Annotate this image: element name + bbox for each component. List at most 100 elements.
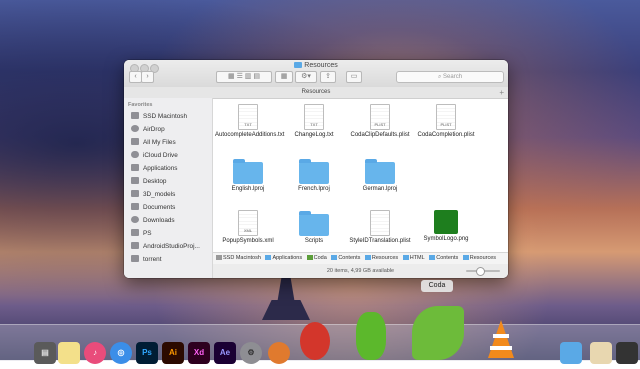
sidebar-item-icloud-drive[interactable]: iCloud Drive <box>131 150 211 161</box>
icon-size-slider[interactable] <box>466 267 500 276</box>
monster-app-dock-icon[interactable] <box>300 322 330 360</box>
folder-dock-icon[interactable] <box>560 342 582 364</box>
sidebar-item-documents[interactable]: Documents <box>131 202 211 213</box>
action-button[interactable]: ⚙▾ <box>295 71 317 83</box>
folder-icon <box>429 255 436 260</box>
folder-item[interactable]: English.lproj <box>215 159 281 193</box>
sidebar-item-label: SSD Macintosh <box>143 113 188 120</box>
file-item[interactable]: TXT ChangeLog.txt <box>281 104 347 139</box>
folder-icon <box>299 211 329 236</box>
file-name: StyleIDTranslation.plist <box>349 238 411 244</box>
sidebar-item-label: iCloud Drive <box>143 152 178 159</box>
status-text: 20 items, 4,99 GB available <box>326 268 395 274</box>
file-name: French.lproj <box>298 186 330 192</box>
coda-dock-icon[interactable] <box>412 306 464 360</box>
window-toolbar: Resources ‹ › ▦ ☰ ▥ ▤ ▦ ⚙▾ ⇪ ▭ ⌕ Search <box>124 60 508 88</box>
path-segment[interactable]: Resources <box>462 253 496 264</box>
path-segment[interactable]: Coda <box>306 253 327 264</box>
plist-file-icon <box>370 210 390 236</box>
column-view-icon[interactable]: ▥ <box>245 73 252 80</box>
system-preferences-dock-icon[interactable]: ⚙ <box>240 342 262 364</box>
cloud-icon <box>131 151 139 158</box>
sidebar-heading: Favorites <box>128 102 153 108</box>
group-button[interactable]: ▦ <box>275 71 293 83</box>
file-name: AutocompleteAdditions.txt <box>215 132 285 138</box>
hard-drive-icon <box>131 112 139 119</box>
sidebar-item-torrent[interactable]: torrent <box>131 254 211 265</box>
file-item[interactable]: TXT AutocompleteAdditions.txt <box>215 104 285 139</box>
share-button[interactable]: ⇪ <box>320 71 336 83</box>
slider-knob[interactable] <box>476 267 485 276</box>
folder-icon <box>402 255 409 260</box>
tab-resources[interactable]: Resources <box>302 89 331 95</box>
grid-icon: ▦ <box>280 73 288 80</box>
all-files-icon <box>131 138 139 145</box>
sidebar-item-desktop[interactable]: Desktop <box>131 176 211 187</box>
file-item[interactable]: SymbolLogo.png <box>413 210 479 243</box>
search-input[interactable]: ⌕ Search <box>396 71 504 83</box>
file-name: German.lproj <box>362 186 398 192</box>
dock-tooltip: Coda <box>421 280 453 292</box>
green-monster-dock-icon[interactable] <box>356 312 386 360</box>
path-segment[interactable]: Applications <box>265 253 302 264</box>
status-bar: 20 items, 4,99 GB available <box>213 264 508 278</box>
path-segment[interactable]: SSD Macintosh <box>216 253 261 264</box>
documents-icon <box>131 203 139 210</box>
gallery-view-icon[interactable]: ▤ <box>253 73 260 80</box>
sidebar-item-airdrop[interactable]: AirDrop <box>131 124 211 135</box>
view-mode-segment[interactable]: ▦ ☰ ▥ ▤ <box>216 71 272 83</box>
tags-button[interactable]: ▭ <box>346 71 362 83</box>
music-dock-icon[interactable]: ♪ <box>84 342 106 364</box>
sidebar-item-label: AndroidStudioProj... <box>143 243 200 250</box>
folder-icon <box>365 159 395 184</box>
notes-dock-icon[interactable] <box>58 342 80 364</box>
forward-button[interactable]: › <box>141 71 154 83</box>
finder-window: Resources ‹ › ▦ ☰ ▥ ▤ ▦ ⚙▾ ⇪ ▭ ⌕ Search … <box>124 60 508 278</box>
share-icon: ⇪ <box>325 73 331 80</box>
path-segment[interactable]: HTML <box>402 253 425 264</box>
new-tab-button[interactable]: + <box>499 87 504 98</box>
path-segment[interactable]: Contents <box>429 253 458 264</box>
file-name: PopupSymbols.xml <box>222 238 274 244</box>
file-item[interactable]: PLIST CodaClipDefaults.plist <box>347 104 413 139</box>
sidebar-item-3d-models[interactable]: 3D_models <box>131 189 211 200</box>
finder-dock-icon[interactable]: ▤ <box>34 342 56 364</box>
folder-icon <box>299 159 329 184</box>
safari-dock-icon[interactable]: ◎ <box>110 342 132 364</box>
hard-drive-icon <box>216 255 222 260</box>
path-segment[interactable]: Contents <box>331 253 360 264</box>
trash-dock-icon[interactable] <box>616 342 638 364</box>
sidebar-item-androidstudioprojects[interactable]: AndroidStudioProj... <box>131 241 211 252</box>
sidebar-item-label: 3D_models <box>143 191 176 198</box>
search-placeholder: Search <box>443 74 463 80</box>
text-file-icon: TXT <box>304 104 324 130</box>
document-dock-icon[interactable] <box>590 342 612 364</box>
path-segment[interactable]: Resources <box>364 253 398 264</box>
file-name: CodaCompletion.plist <box>417 132 475 138</box>
path-bar: SSD Macintosh Applications Coda Contents… <box>213 252 508 264</box>
xd-icon[interactable]: Xd <box>188 342 210 364</box>
sidebar-item-applications[interactable]: Applications <box>131 163 211 174</box>
vlc-dock-icon[interactable] <box>484 318 518 360</box>
photoshop-icon[interactable]: Ps <box>136 342 158 364</box>
file-item[interactable]: XML PopupSymbols.xml <box>215 210 281 245</box>
after-effects-icon[interactable]: Ae <box>214 342 236 364</box>
sidebar-item-ssd-macintosh[interactable]: SSD Macintosh <box>131 111 211 122</box>
file-name: English.lproj <box>231 186 265 192</box>
sidebar-item-downloads[interactable]: Downloads <box>131 215 211 226</box>
game-app-dock-icon[interactable] <box>268 342 290 364</box>
xml-file-icon: XML <box>238 210 258 236</box>
file-item[interactable]: StyleIDTranslation.plist <box>347 210 413 245</box>
folder-item[interactable]: Scripts <box>281 211 347 245</box>
folder-icon <box>131 255 139 262</box>
folder-item[interactable]: German.lproj <box>347 159 413 193</box>
list-view-icon[interactable]: ☰ <box>237 73 243 80</box>
folder-item[interactable]: French.lproj <box>281 159 347 193</box>
search-icon: ⌕ <box>437 74 442 80</box>
file-item[interactable]: PLIST CodaCompletion.plist <box>413 104 479 139</box>
sidebar-item-ps[interactable]: PS <box>131 228 211 239</box>
illustrator-icon[interactable]: Ai <box>162 342 184 364</box>
sidebar-item-all-my-files[interactable]: All My Files <box>131 137 211 148</box>
text-file-icon: TXT <box>238 104 258 130</box>
icon-view-icon[interactable]: ▦ <box>228 73 235 80</box>
